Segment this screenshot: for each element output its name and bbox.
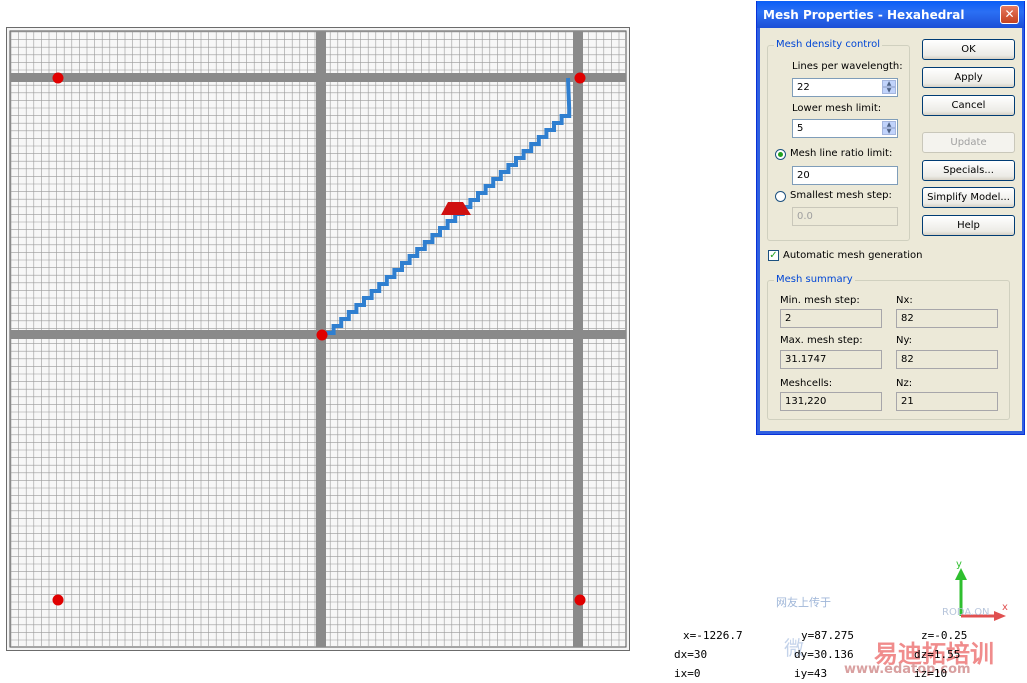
coord-ix: ix=0 <box>674 667 701 680</box>
smallest-mesh-step-label[interactable]: Smallest mesh step: <box>790 190 892 201</box>
mesh-line-ratio-radio[interactable] <box>775 149 786 160</box>
mesh-summary-group: Mesh summary Min. mesh step: 2 Nx: 82 Ma… <box>767 274 1010 420</box>
close-icon: ✕ <box>1004 7 1015 21</box>
port-dot-5 <box>574 594 586 606</box>
dialog-title: Mesh Properties - Hexahedral <box>763 8 965 22</box>
watermark-upload-text: 网友上传于 <box>776 596 831 609</box>
meshcells-field: 131,220 <box>780 392 882 411</box>
nx-label: Nx: <box>896 295 913 306</box>
ny-label: Ny: <box>896 335 913 346</box>
nz-label: Nz: <box>896 378 913 389</box>
cancel-button[interactable]: Cancel <box>922 95 1015 116</box>
nx-field: 82 <box>896 309 998 328</box>
lines-per-wavelength-spinner[interactable]: ▲ ▼ <box>882 80 896 95</box>
spin-down-icon[interactable]: ▼ <box>882 87 896 94</box>
check-icon: ✓ <box>769 250 778 261</box>
max-mesh-step-value: 31.1747 <box>785 354 827 365</box>
max-mesh-step-label: Max. mesh step: <box>780 335 863 346</box>
coord-dx: dx=30 <box>674 648 708 661</box>
coord-iy: iy=43 <box>794 667 828 680</box>
min-mesh-step-value: 2 <box>785 313 792 324</box>
lines-per-wavelength-input[interactable]: 22 ▲ ▼ <box>792 78 898 97</box>
close-button[interactable]: ✕ <box>1000 5 1019 24</box>
spin-up-icon[interactable]: ▲ <box>882 121 896 128</box>
ok-button[interactable]: OK <box>922 39 1015 60</box>
meshcells-label: Meshcells: <box>780 378 833 389</box>
dialog-titlebar[interactable]: Mesh Properties - Hexahedral ✕ <box>757 1 1024 28</box>
nz-field: 21 <box>896 392 998 411</box>
port-dot-1 <box>52 72 64 84</box>
mesh-line-ratio-label[interactable]: Mesh line ratio limit: <box>790 148 892 159</box>
mesh-density-group-title: Mesh density control <box>774 39 883 50</box>
mesh-grid <box>9 30 627 648</box>
ny-field: 82 <box>896 350 998 369</box>
spin-up-icon[interactable]: ▲ <box>882 80 896 87</box>
mesh-properties-dialog: Mesh Properties - Hexahedral ✕ Mesh dens… <box>756 1 1025 435</box>
help-button[interactable]: Help <box>922 215 1015 236</box>
nz-value: 21 <box>901 396 914 407</box>
lower-mesh-limit-spinner[interactable]: ▲ ▼ <box>882 121 896 136</box>
smallest-mesh-step-radio[interactable] <box>775 191 786 202</box>
coord-y: y=87.275 <box>801 629 854 642</box>
y-axis-label: y <box>956 559 962 570</box>
min-mesh-step-field: 2 <box>780 309 882 328</box>
coord-dz: dz=1.55 <box>914 648 961 661</box>
coord-x: x=-1226.7 <box>683 629 743 642</box>
watermark-site-text: www.edatop.com <box>844 662 971 677</box>
ny-value: 82 <box>901 354 914 365</box>
mesh-view[interactable] <box>6 27 630 651</box>
port-dot-3 <box>316 329 328 341</box>
lower-mesh-limit-label: Lower mesh limit: <box>792 103 882 114</box>
port-dot-4 <box>52 594 64 606</box>
coord-z: z=-0.25 <box>921 629 968 642</box>
mesh-line-ratio-value: 20 <box>797 170 810 181</box>
coord-dy: dy=30.136 <box>794 648 854 661</box>
lines-per-wavelength-value: 22 <box>797 82 810 93</box>
smallest-mesh-step-value: 0.0 <box>797 211 813 222</box>
nx-value: 82 <box>901 313 914 324</box>
update-button[interactable]: Update <box>922 132 1015 153</box>
coord-iz: iz=10 <box>914 667 948 680</box>
mesh-band-horizontal-top <box>10 73 626 82</box>
automatic-mesh-label[interactable]: Automatic mesh generation <box>783 250 922 261</box>
port-dot-2 <box>574 72 586 84</box>
mesh-line-ratio-input[interactable]: 20 <box>792 166 898 185</box>
apply-button[interactable]: Apply <box>922 67 1015 88</box>
meshcells-value: 131,220 <box>785 396 827 407</box>
automatic-mesh-checkbox[interactable]: ✓ <box>768 250 779 261</box>
simplify-model-button[interactable]: Simplify Model... <box>922 187 1015 208</box>
mesh-summary-title: Mesh summary <box>774 274 855 285</box>
lower-mesh-limit-value: 5 <box>797 123 804 134</box>
specials-button[interactable]: Specials... <box>922 160 1015 181</box>
spin-down-icon[interactable]: ▼ <box>882 128 896 135</box>
min-mesh-step-label: Min. mesh step: <box>780 295 860 306</box>
lower-mesh-limit-input[interactable]: 5 ▲ ▼ <box>792 119 898 138</box>
lines-per-wavelength-label: Lines per wavelength: <box>792 61 903 72</box>
mesh-density-group: Mesh density control Lines per wavelengt… <box>767 39 910 241</box>
max-mesh-step-field: 31.1747 <box>780 350 882 369</box>
watermark-roda-text: RODA.ON <box>942 607 990 618</box>
smallest-mesh-step-input[interactable]: 0.0 <box>792 207 898 226</box>
dialog-content: Mesh density control Lines per wavelengt… <box>761 28 1022 431</box>
